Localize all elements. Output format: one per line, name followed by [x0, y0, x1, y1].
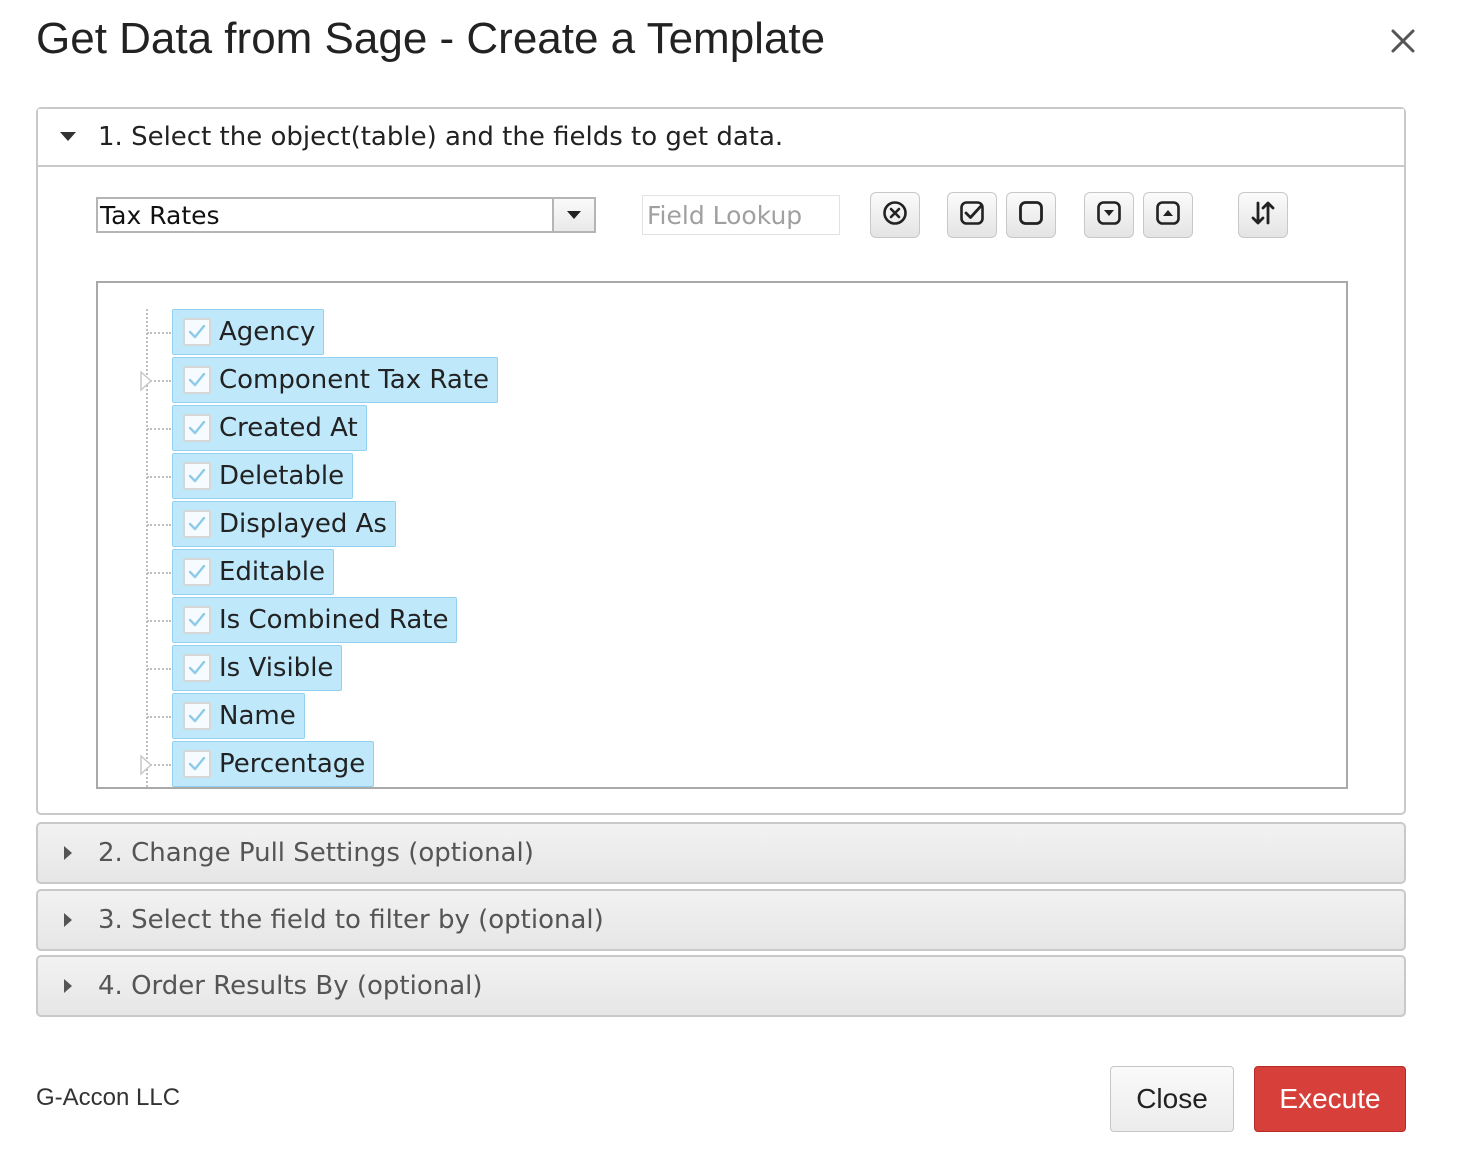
sort-icon [1250, 199, 1276, 231]
tree-field-item[interactable]: Name [147, 693, 305, 739]
checkmark-icon [188, 708, 206, 723]
field-checkbox[interactable] [183, 750, 211, 778]
checkmark-icon [188, 516, 206, 531]
field-checkbox[interactable] [183, 702, 211, 730]
tree-connector [147, 572, 171, 574]
object-select[interactable]: Tax Rates [96, 197, 596, 233]
field-checkbox[interactable] [183, 414, 211, 442]
caret-right-icon [38, 845, 98, 861]
field-label: Percentage [219, 749, 366, 779]
tree-field-item[interactable]: Component Tax Rate [140, 357, 498, 403]
close-icon[interactable] [1386, 24, 1420, 58]
tree-connector [147, 620, 171, 622]
section-1-content: Tax Rates Field Lookup Agency Component … [38, 167, 1404, 813]
caret-down-icon [38, 131, 98, 143]
section-1-header[interactable]: 1. Select the object(table) and the fiel… [38, 109, 1404, 167]
tree-connector [147, 668, 171, 670]
checkmark-icon [188, 420, 206, 435]
expand-arrow-icon[interactable] [139, 370, 153, 396]
field-checkbox[interactable] [183, 366, 211, 394]
field-label: Component Tax Rate [219, 365, 489, 395]
company-name: G-Accon LLC [36, 1084, 181, 1111]
collapse-all-icon [1155, 200, 1181, 230]
checkmark-icon [188, 612, 206, 627]
field-checkbox[interactable] [183, 606, 211, 634]
check-all-icon [959, 200, 985, 230]
field-checkbox[interactable] [183, 510, 211, 538]
field-checkbox[interactable] [183, 654, 211, 682]
checkmark-icon [188, 372, 206, 387]
expand-arrow-icon[interactable] [139, 754, 153, 780]
clear-icon [882, 200, 908, 230]
section-pull-settings: 2. Change Pull Settings (optional) [36, 822, 1406, 884]
field-lookup-input[interactable] [642, 195, 840, 235]
expand-all-button[interactable] [1084, 192, 1134, 238]
checkmark-icon [188, 324, 206, 339]
chevron-down-icon[interactable] [552, 199, 594, 231]
tree-connector [147, 332, 171, 334]
section-3-label: 3. Select the field to filter by (option… [98, 905, 604, 935]
checkmark-icon [188, 468, 206, 483]
tree-connector [147, 716, 171, 718]
section-order-results: 4. Order Results By (optional) [36, 955, 1406, 1017]
caret-right-icon [38, 978, 98, 994]
field-label: Deletable [219, 461, 345, 491]
clear-button[interactable] [870, 192, 920, 238]
field-tree[interactable]: Agency Component Tax Rate Created At Deleta… [96, 281, 1348, 789]
tree-field-item[interactable]: Is Combined Rate [147, 597, 458, 643]
uncheck-all-button[interactable] [1006, 192, 1056, 238]
tree-connector [147, 524, 171, 526]
dialog-title: Get Data from Sage - Create a Template [36, 14, 826, 63]
tree-connector [147, 428, 171, 430]
object-select-value: Tax Rates [100, 200, 220, 230]
field-checkbox[interactable] [183, 558, 211, 586]
field-label: Editable [219, 557, 326, 587]
tree-field-item[interactable]: Is Visible [147, 645, 343, 691]
execute-button[interactable]: Execute [1254, 1066, 1406, 1132]
caret-right-icon [38, 912, 98, 928]
section-filter: 3. Select the field to filter by (option… [36, 889, 1406, 951]
close-button[interactable]: Close [1110, 1066, 1234, 1132]
tree-field-item[interactable]: Created At [147, 405, 367, 451]
field-label: Agency [219, 317, 316, 347]
collapse-all-button[interactable] [1143, 192, 1193, 238]
section-2-label: 2. Change Pull Settings (optional) [98, 838, 534, 868]
tree-field-item[interactable]: Deletable [147, 453, 354, 499]
section-4-label: 4. Order Results By (optional) [98, 971, 483, 1001]
uncheck-all-icon [1018, 200, 1044, 230]
tree-field-item[interactable]: Displayed As [147, 501, 396, 547]
checkmark-icon [188, 660, 206, 675]
expand-all-icon [1096, 200, 1122, 230]
field-label: Is Visible [219, 653, 334, 683]
field-label: Is Combined Rate [219, 605, 449, 635]
section-2-header[interactable]: 2. Change Pull Settings (optional) [38, 824, 1404, 882]
section-3-header[interactable]: 3. Select the field to filter by (option… [38, 891, 1404, 949]
sort-button[interactable] [1238, 192, 1288, 238]
field-label: Created At [219, 413, 358, 443]
section-1-label: 1. Select the object(table) and the fiel… [98, 122, 784, 152]
checkmark-icon [188, 756, 206, 771]
tree-field-item[interactable]: Editable [147, 549, 335, 595]
tree-connector [147, 476, 171, 478]
field-checkbox[interactable] [183, 318, 211, 346]
tree-field-item[interactable]: Percentage [140, 741, 375, 787]
check-all-button[interactable] [947, 192, 997, 238]
field-label: Displayed As [219, 509, 387, 539]
section-select-object: 1. Select the object(table) and the fiel… [36, 107, 1406, 815]
field-checkbox[interactable] [183, 462, 211, 490]
section-4-header[interactable]: 4. Order Results By (optional) [38, 957, 1404, 1015]
checkmark-icon [188, 564, 206, 579]
tree-field-item[interactable]: Agency [147, 309, 325, 355]
field-label: Name [219, 701, 296, 731]
